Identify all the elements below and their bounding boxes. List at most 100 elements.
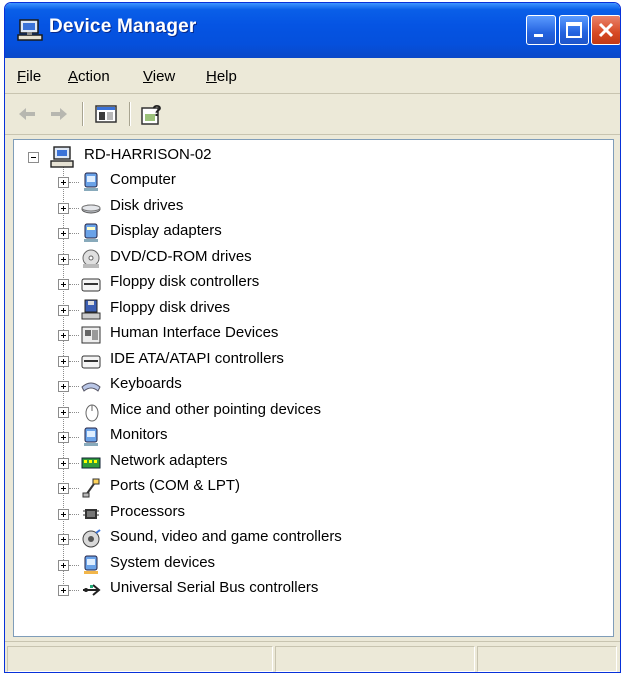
tree-node-monitors[interactable]: Monitors	[14, 426, 574, 452]
expand-toggle[interactable]	[58, 508, 69, 520]
tree-node-network-adapters[interactable]: Network adapters	[14, 451, 574, 478]
tree-node-human-interface-devices[interactable]: Human Interface Devices	[14, 324, 574, 350]
menu-file-mnemonic: F	[17, 68, 27, 85]
status-pane	[275, 646, 475, 672]
expand-toggle[interactable]	[58, 483, 69, 494]
tree-node-processors[interactable]: Processors	[14, 502, 574, 529]
expand-toggle[interactable]	[58, 585, 69, 596]
menu-view[interactable]: View	[143, 68, 175, 85]
tree-node-floppy-disk-drives[interactable]: Floppy disk drives	[14, 298, 574, 325]
menu-view-label: iew	[152, 68, 176, 85]
expand-toggle[interactable]	[58, 253, 69, 265]
show-hide-console-tree-icon[interactable]	[94, 102, 118, 126]
tree-node-label: Disk drives	[110, 196, 184, 214]
keyboard-icon	[81, 382, 101, 392]
close-icon	[598, 22, 614, 38]
disk-drive-icon	[81, 204, 101, 213]
usb-icon	[83, 584, 101, 596]
menu-action-label: ction	[78, 68, 110, 85]
tree-node-label: Processors	[110, 502, 186, 520]
expand-toggle[interactable]	[58, 381, 69, 392]
tree-connector	[69, 564, 79, 566]
expand-toggle[interactable]	[58, 279, 69, 290]
tree-node-system-devices[interactable]: System devices	[14, 554, 574, 580]
tree-node-label: Mice and other pointing devices	[110, 400, 321, 418]
svg-text:?: ?	[152, 103, 162, 120]
expand-toggle[interactable]	[58, 304, 69, 316]
expand-toggle[interactable]	[58, 202, 69, 214]
cdrom-icon	[82, 249, 100, 268]
tree-node-label: Keyboards	[110, 375, 182, 392]
expand-toggle[interactable]	[58, 559, 69, 571]
maximize-button[interactable]	[559, 15, 589, 45]
tree-node-ports-com-lpt[interactable]: Ports (COM & LPT)	[14, 477, 574, 503]
tree-node-dvd-cd-rom-drives[interactable]: DVD/CD-ROM drives	[14, 247, 574, 274]
tree-node-keyboards[interactable]: Keyboards	[14, 375, 574, 401]
expand-toggle[interactable]	[58, 432, 69, 443]
mouse-icon	[85, 404, 99, 421]
help-icon[interactable]: ?	[140, 102, 164, 126]
forward-arrow-icon[interactable]	[47, 102, 71, 126]
minimize-icon	[534, 34, 543, 37]
tree-node-label: Network adapters	[110, 451, 228, 469]
status-pane	[7, 646, 273, 672]
device-manager-icon	[17, 19, 43, 41]
computer-icon	[50, 146, 74, 168]
controller-icon	[81, 278, 101, 292]
toolbar-separator	[129, 102, 131, 126]
expand-toggle[interactable]	[58, 406, 69, 418]
close-button[interactable]	[591, 15, 620, 45]
tree-node-disk-drives[interactable]: Disk drives	[14, 196, 574, 223]
tree-node-ide-ata-atapi-controllers[interactable]: IDE ATA/ATAPI controllers	[14, 349, 574, 376]
tree-node-label: Floppy disk controllers	[110, 273, 260, 290]
title-bar[interactable]: Device Manager	[5, 3, 620, 58]
menu-file-label: ile	[26, 68, 42, 85]
tree-node-floppy-disk-controllers[interactable]: Floppy disk controllers	[14, 273, 574, 299]
menu-bar: File Action View Help	[5, 59, 620, 94]
menu-file[interactable]: File	[17, 68, 41, 85]
computer-icon	[84, 172, 98, 191]
tree-node-computer[interactable]: Computer	[14, 171, 574, 197]
expand-toggle[interactable]	[58, 228, 69, 239]
tree-node-label: Display adapters	[110, 222, 222, 239]
expand-toggle[interactable]	[58, 457, 69, 469]
toolbar-separator	[82, 102, 84, 126]
tree-connector	[69, 284, 79, 285]
tree-node-sound-video-and-game-controllers[interactable]: Sound, video and game controllers	[14, 528, 574, 554]
expand-toggle[interactable]	[58, 330, 69, 341]
tree-node-label: IDE ATA/ATAPI controllers	[110, 349, 284, 367]
device-tree[interactable]: RD-HARRISON-02 Computer Disk drives Displa…	[13, 139, 614, 637]
expand-toggle[interactable]	[58, 534, 69, 545]
expand-toggle[interactable]	[58, 177, 69, 188]
tree-node-label: Computer	[110, 171, 176, 188]
tree-connector	[69, 437, 79, 438]
tree-node-label: Floppy disk drives	[110, 298, 231, 316]
tree-connector	[69, 513, 79, 515]
minimize-button[interactable]	[526, 15, 556, 45]
tree-node-label: Human Interface Devices	[110, 324, 279, 341]
menu-action-mnemonic: A	[68, 68, 79, 85]
tree-node-label: DVD/CD-ROM drives	[110, 247, 252, 265]
monitor-icon	[84, 427, 98, 446]
menu-help[interactable]: Help	[206, 68, 237, 85]
tree-node-label: Universal Serial Bus controllers	[110, 579, 319, 596]
tree-connector	[69, 309, 79, 311]
back-arrow-icon[interactable]	[15, 102, 39, 126]
tree-node-display-adapters[interactable]: Display adapters	[14, 222, 574, 248]
collapse-toggle[interactable]	[28, 152, 39, 163]
tree-node-label: Sound, video and game controllers	[110, 528, 342, 545]
tree-node-label: Monitors	[110, 426, 168, 443]
device-manager-window: Device Manager File Action View Help ? R…	[4, 2, 621, 673]
tree-node-universal-serial-bus-controllers[interactable]: Universal Serial Bus controllers	[14, 579, 574, 605]
menu-help-label: elp	[216, 68, 237, 85]
tree-node-mice-and-other-pointing-devices[interactable]: Mice and other pointing devices	[14, 400, 574, 427]
tree-connector	[69, 207, 79, 209]
tree-connector	[69, 258, 79, 260]
expand-toggle[interactable]	[58, 355, 69, 367]
tree-connector	[69, 233, 79, 234]
maximize-icon	[566, 22, 582, 38]
menu-view-mnemonic: V	[143, 68, 153, 85]
network-adapter-icon	[81, 457, 101, 468]
menu-help-mnemonic: H	[206, 68, 217, 85]
menu-action[interactable]: Action	[68, 68, 110, 85]
